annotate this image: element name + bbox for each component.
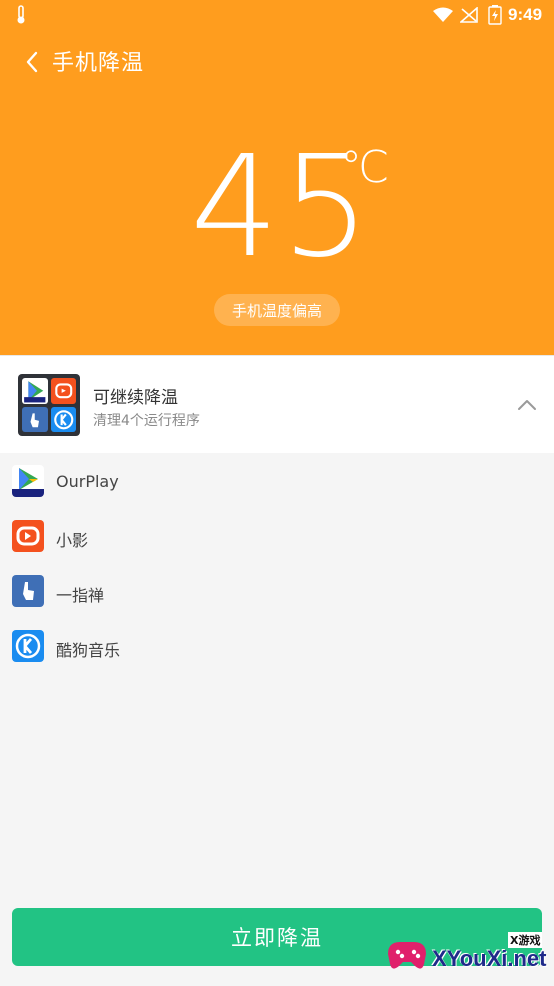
summary-title: 可继续降温 xyxy=(93,388,178,408)
watermark-text: XYouXi.net xyxy=(432,946,547,971)
ourplay-icon xyxy=(12,465,44,497)
list-item[interactable]: OurPlay xyxy=(0,453,554,508)
list-item[interactable]: 一指禅 xyxy=(0,563,554,618)
xiaoying-icon xyxy=(12,520,44,552)
gamepad-logo-icon xyxy=(388,942,426,969)
list-item[interactable]: 小影 xyxy=(0,508,554,563)
chevron-left-icon xyxy=(26,51,38,73)
page-title: 手机降温 xyxy=(52,51,145,76)
temperature-unit: ℃ xyxy=(340,142,390,193)
app-name: 酷狗音乐 xyxy=(56,641,121,660)
wifi-icon xyxy=(433,7,453,22)
running-app-list: OurPlay 小影 一指禅 酷狗音乐 xyxy=(0,453,554,673)
running-apps-grid-icon xyxy=(18,374,80,436)
yizhichan-icon xyxy=(12,575,44,607)
site-watermark: X游戏 XYouXi.net xyxy=(384,926,548,982)
collapse-button[interactable] xyxy=(512,390,542,420)
cooling-summary-card[interactable]: 可继续降温 清理4个运行程序 xyxy=(0,355,554,453)
battery-icon xyxy=(488,5,502,25)
list-item[interactable]: 酷狗音乐 xyxy=(0,618,554,673)
app-name: 小影 xyxy=(56,531,89,550)
app-name: 一指禅 xyxy=(56,586,105,605)
clock: 9:49 xyxy=(508,5,543,24)
cooling-header: 手机降温 45 ℃ 手机温度偏高 xyxy=(0,30,554,355)
thermometer-icon xyxy=(17,5,25,24)
signal-icon xyxy=(460,7,478,23)
app-name: OurPlay xyxy=(56,472,119,491)
back-button[interactable] xyxy=(18,48,46,76)
summary-subtitle: 清理4个运行程序 xyxy=(93,413,200,429)
status-bar: 9:49 xyxy=(0,0,554,30)
kugou-icon xyxy=(12,630,44,662)
temperature-status-badge: 手机温度偏高 xyxy=(214,294,340,326)
chevron-up-icon xyxy=(518,400,536,410)
